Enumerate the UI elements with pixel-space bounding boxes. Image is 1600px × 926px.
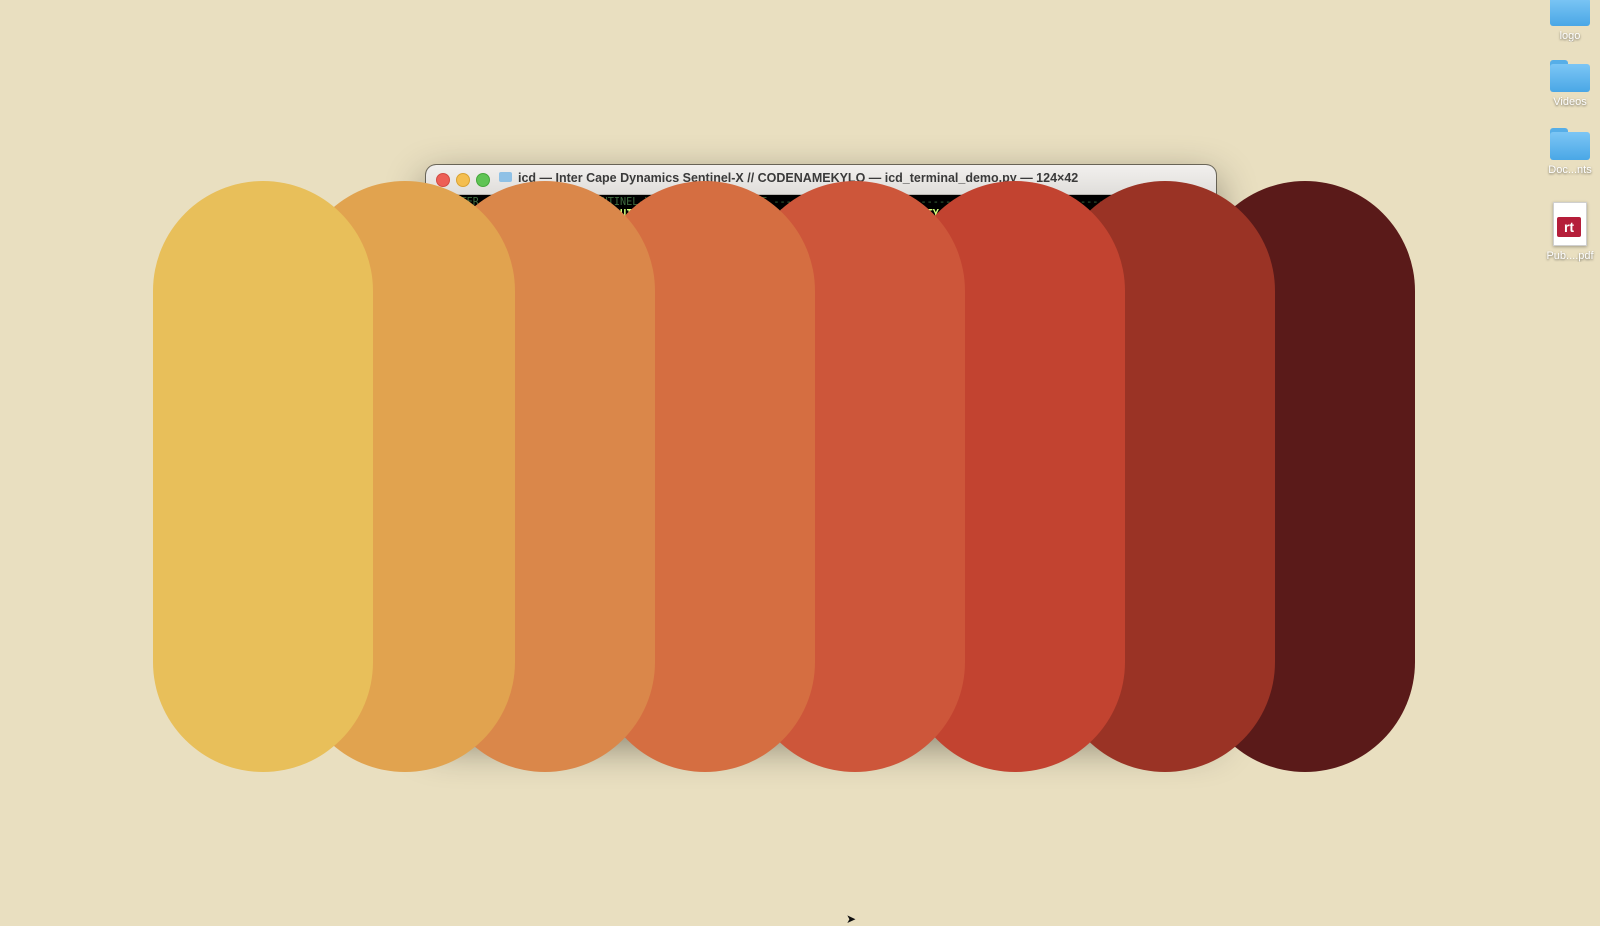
desktop-icon-videos[interactable]: Videos bbox=[1540, 60, 1600, 108]
close-button[interactable] bbox=[436, 173, 450, 187]
pdf-file-icon: rt bbox=[1553, 202, 1587, 246]
desktop-icon-documents[interactable]: Doc...nts bbox=[1540, 128, 1600, 176]
zoom-button[interactable] bbox=[476, 173, 490, 187]
desktop-icon-label: Pub....pdf bbox=[1546, 250, 1594, 262]
desktop-icon-label: Videos bbox=[1553, 96, 1587, 108]
minimize-button[interactable] bbox=[456, 173, 470, 187]
desktop-icon-logo[interactable]: logo bbox=[1540, 0, 1600, 42]
folder-icon bbox=[1550, 128, 1590, 160]
folder-icon bbox=[1550, 60, 1590, 92]
mouse-pointer-icon: ➤ bbox=[846, 912, 857, 926]
desktop-icon-pdf[interactable]: rt Pub....pdf bbox=[1540, 202, 1600, 262]
desktop-icon-label: Doc...nts bbox=[1548, 164, 1592, 176]
background-pill bbox=[153, 181, 373, 772]
desktop-icon-label: logo bbox=[1559, 30, 1581, 42]
folder-icon bbox=[1550, 0, 1590, 26]
folder-icon bbox=[499, 172, 512, 182]
